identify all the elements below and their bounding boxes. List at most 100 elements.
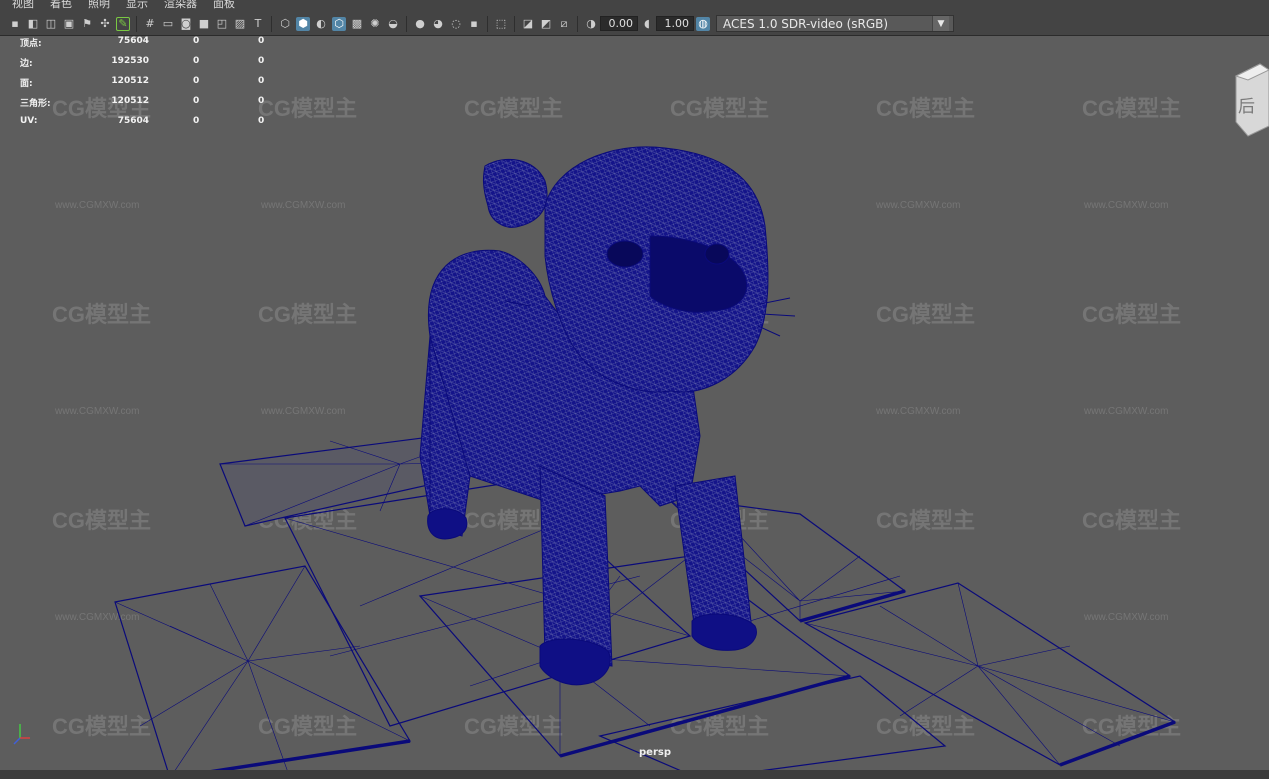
watermark-logo: CG模型主 (876, 302, 975, 327)
axis-gizmo (13, 724, 30, 745)
grid-icon[interactable]: # (143, 17, 157, 31)
safe-title-icon[interactable]: T (251, 17, 265, 31)
watermark-url: www.CGMXW.com (260, 406, 345, 417)
field-chart-icon[interactable]: ◰ (215, 17, 229, 31)
hud-value: 120512 (111, 96, 149, 106)
smooth-shade-icon[interactable]: ⬢ (296, 16, 310, 31)
menu-shading[interactable]: 着色 (50, 0, 72, 10)
hud-value: 0 (258, 96, 265, 106)
pan-zoom-icon[interactable]: ✣ (98, 17, 112, 31)
watermark-url: www.CGMXW.com (54, 200, 139, 211)
view-transform-icon[interactable]: ◍ (696, 16, 710, 31)
hud-label: UV: (20, 116, 38, 126)
watermark-logo: CG模型主 (876, 96, 975, 121)
textured-icon[interactable]: ▩ (350, 17, 364, 31)
hud-label: 顶点: (20, 39, 42, 49)
depth-of-field-icon[interactable]: ▪ (467, 17, 481, 31)
xray-joints-icon[interactable]: ⧄ (557, 17, 571, 31)
bookmarks-icon[interactable]: ◫ (44, 17, 58, 31)
screen-space-ao-icon[interactable]: ● (413, 17, 427, 31)
watermark-logo: CG模型主 (464, 96, 563, 121)
resolution-gate-icon[interactable]: ◙ (179, 17, 193, 31)
use-all-lights-icon[interactable]: ✺ (368, 17, 382, 31)
watermark-logo: CG模型主 (258, 302, 357, 327)
hud-value: 0 (258, 76, 265, 86)
toolbar-separator (487, 15, 488, 32)
menu-panels[interactable]: 面板 (213, 0, 235, 10)
hud-value: 0 (193, 36, 200, 46)
colorspace-value: ACES 1.0 SDR-video (sRGB) (723, 16, 889, 31)
exposure-field[interactable]: 0.00 (600, 16, 638, 31)
grease-pencil-icon[interactable]: ✎ (116, 16, 130, 31)
image-plane-icon[interactable]: ▣ (62, 17, 76, 31)
chevron-down-icon[interactable]: ▼ (932, 16, 949, 31)
hud-value: 0 (193, 76, 200, 86)
safe-action-icon[interactable]: ▨ (233, 17, 247, 31)
camera-name-label: persp (639, 747, 671, 758)
isolate-select-icon[interactable]: ⬚ (494, 17, 508, 31)
watermark-logo: CG模型主 (1082, 96, 1181, 121)
toolbar-separator (271, 15, 272, 32)
watermark-logo: CG模型主 (876, 508, 975, 533)
watermark-url: www.CGMXW.com (54, 612, 139, 623)
xray-active-icon[interactable]: ◩ (539, 17, 553, 31)
menu-lighting[interactable]: 照明 (88, 0, 110, 10)
hud-row-triangles: 三角形: 120512 0 0 (20, 96, 280, 116)
view-cube[interactable]: 后 (1234, 63, 1269, 137)
motion-blur-icon[interactable]: ◕ (431, 17, 445, 31)
hud-value: 0 (258, 116, 265, 126)
menu-show[interactable]: 显示 (126, 0, 148, 10)
watermark-logo: CG模型主 (52, 508, 151, 533)
toolbar-separator (406, 15, 407, 32)
watermark-url: www.CGMXW.com (54, 406, 139, 417)
hud-value: 0 (193, 56, 200, 66)
bottom-bar (0, 770, 1269, 779)
wireframe-icon[interactable]: ⬡ (278, 17, 292, 31)
camera-attributes-icon[interactable]: ◧ (26, 17, 40, 31)
hud-value: 75604 (117, 116, 149, 126)
watermark-logo: CG模型主 (670, 714, 769, 739)
hud-value: 0 (258, 36, 265, 46)
watermark-logo: CG模型主 (52, 302, 151, 327)
pug-model-wireframe (419, 146, 796, 686)
watermark-url: www.CGMXW.com (875, 200, 960, 211)
hud-value: 0 (193, 96, 200, 106)
watermark-logo: CG模型主 (464, 714, 563, 739)
watermark-logo: CG模型主 (876, 714, 975, 739)
hud-value: 75604 (117, 36, 149, 46)
viewport-menu-bar: 视图 着色 照明 显示 渲染器 面板 (0, 0, 1269, 12)
colorspace-dropdown[interactable]: ACES 1.0 SDR-video (sRGB) ▼ (716, 15, 954, 32)
viewport-toolbar: ▪ ◧ ◫ ▣ ⚑ ✣ ✎ # ▭ ◙ ■ ◰ ▨ T ⬡ ⬢ ◐ ⬡ ▩ ✺ … (0, 12, 1269, 36)
gate-mask-icon[interactable]: ■ (197, 17, 211, 31)
viewcube-face-label: 后 (1238, 97, 1255, 117)
watermark-logo: CG模型主 (670, 96, 769, 121)
shadows-icon[interactable]: ◒ (386, 17, 400, 31)
hud-row-uvs: UV: 75604 0 0 (20, 116, 280, 136)
bookmark-flag-icon[interactable]: ⚑ (80, 17, 94, 31)
watermark-logo: CG模型主 (52, 714, 151, 739)
hud-label: 三角形: (20, 99, 51, 109)
hud-value: 0 (193, 116, 200, 126)
viewport-3d[interactable]: CG模型主 CG模型主 CG模型主 CG模型主 CG模型主 CG模型主 CG模型… (0, 36, 1269, 779)
hud-value: 120512 (111, 76, 149, 86)
exposure-icon[interactable]: ◑ (584, 17, 598, 31)
watermark-logo: CG模型主 (258, 714, 357, 739)
menu-view[interactable]: 视图 (12, 0, 34, 10)
wireframe-on-shaded-icon[interactable]: ⬡ (332, 16, 346, 31)
hud-label: 边: (20, 59, 33, 69)
xray-icon[interactable]: ◪ (521, 17, 535, 31)
hud-label: 面: (20, 79, 33, 89)
toolbar-separator (577, 15, 578, 32)
film-gate-icon[interactable]: ▭ (161, 17, 175, 31)
menu-renderer[interactable]: 渲染器 (164, 0, 197, 10)
hud-value: 192530 (111, 56, 149, 66)
hud-row-faces: 面: 120512 0 0 (20, 76, 280, 96)
default-material-icon[interactable]: ◐ (314, 17, 328, 31)
poly-count-hud: 顶点: 75604 0 0 边: 192530 0 0 面: 120512 0 … (20, 36, 280, 136)
anti-aliasing-icon[interactable]: ◌ (449, 17, 463, 31)
select-camera-icon[interactable]: ▪ (8, 17, 22, 31)
hud-value: 0 (258, 56, 265, 66)
gamma-icon[interactable]: ◖ (640, 17, 654, 31)
watermark-url: www.CGMXW.com (1083, 406, 1168, 417)
gamma-field[interactable]: 1.00 (656, 16, 694, 31)
